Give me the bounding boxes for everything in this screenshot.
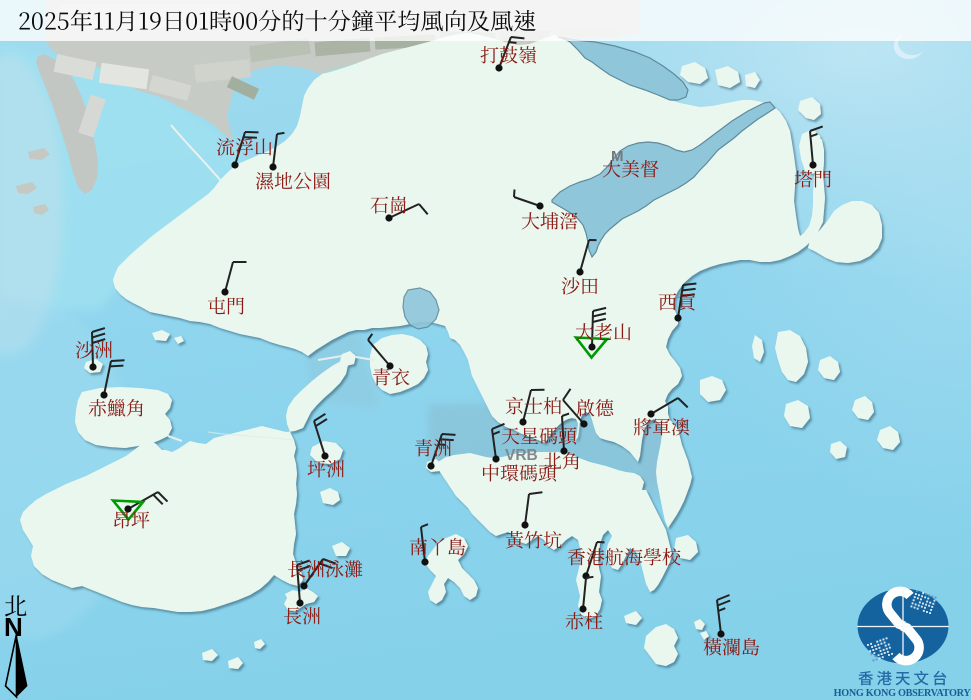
svg-text:N: N	[4, 612, 23, 642]
svg-text:VRB: VRB	[505, 447, 538, 464]
svg-text:HONG KONG OBSERVATORY: HONG KONG OBSERVATORY	[834, 688, 971, 699]
svg-text:M: M	[611, 148, 624, 165]
